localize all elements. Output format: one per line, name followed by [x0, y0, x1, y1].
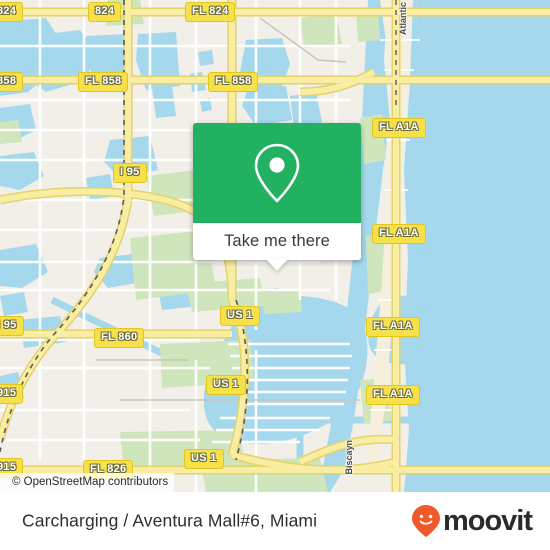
map-attribution[interactable]: © OpenStreetMap contributors: [0, 473, 175, 492]
road-shield: 858: [0, 72, 24, 92]
road-shield: FL 858: [208, 72, 259, 92]
road-shield: FL A1A: [366, 385, 420, 405]
moovit-wordmark: moovit: [442, 504, 533, 537]
road-shield: 824: [88, 2, 122, 22]
popup-icon-panel: [193, 123, 361, 223]
take-me-there-label: Take me there: [224, 232, 330, 250]
place-title: Carcharging / Aventura Mall#6, Miami: [22, 510, 318, 531]
road-shield: FL A1A: [372, 118, 426, 138]
take-me-there-button[interactable]: Take me there: [193, 223, 361, 271]
place-label: Biscayn: [344, 440, 354, 475]
road-shield: US 1: [220, 306, 260, 326]
road-shield: 824: [0, 2, 24, 22]
road-shield: I 95: [0, 316, 24, 336]
road-shield: I 95: [113, 163, 147, 183]
road-shield: FL 824: [185, 2, 236, 22]
road-shield: US 1: [184, 449, 224, 469]
map-pin-icon: [254, 143, 300, 203]
moovit-smiley-pin-icon: [411, 505, 440, 537]
road-shield: FL A1A: [372, 224, 426, 244]
popup-tail-pointer: [266, 259, 288, 271]
road-shield: FL A1A: [366, 317, 420, 337]
road-shield: FL 860: [94, 328, 145, 348]
road-shield: 915: [0, 384, 24, 404]
place-label: Atlantic: [398, 2, 408, 36]
moovit-logo[interactable]: moovit: [411, 504, 533, 538]
location-popup-card[interactable]: Take me there: [193, 123, 361, 271]
map-screenshot: 824 824 FL 824 858 FL 858 FL 858 FL A1A I 95 FL …: [0, 0, 550, 550]
footer-bar: Carcharging / Aventura Mall#6, Miami moo…: [0, 492, 550, 550]
road-shield: FL 858: [78, 72, 129, 92]
road-shield: US 1: [206, 375, 246, 395]
